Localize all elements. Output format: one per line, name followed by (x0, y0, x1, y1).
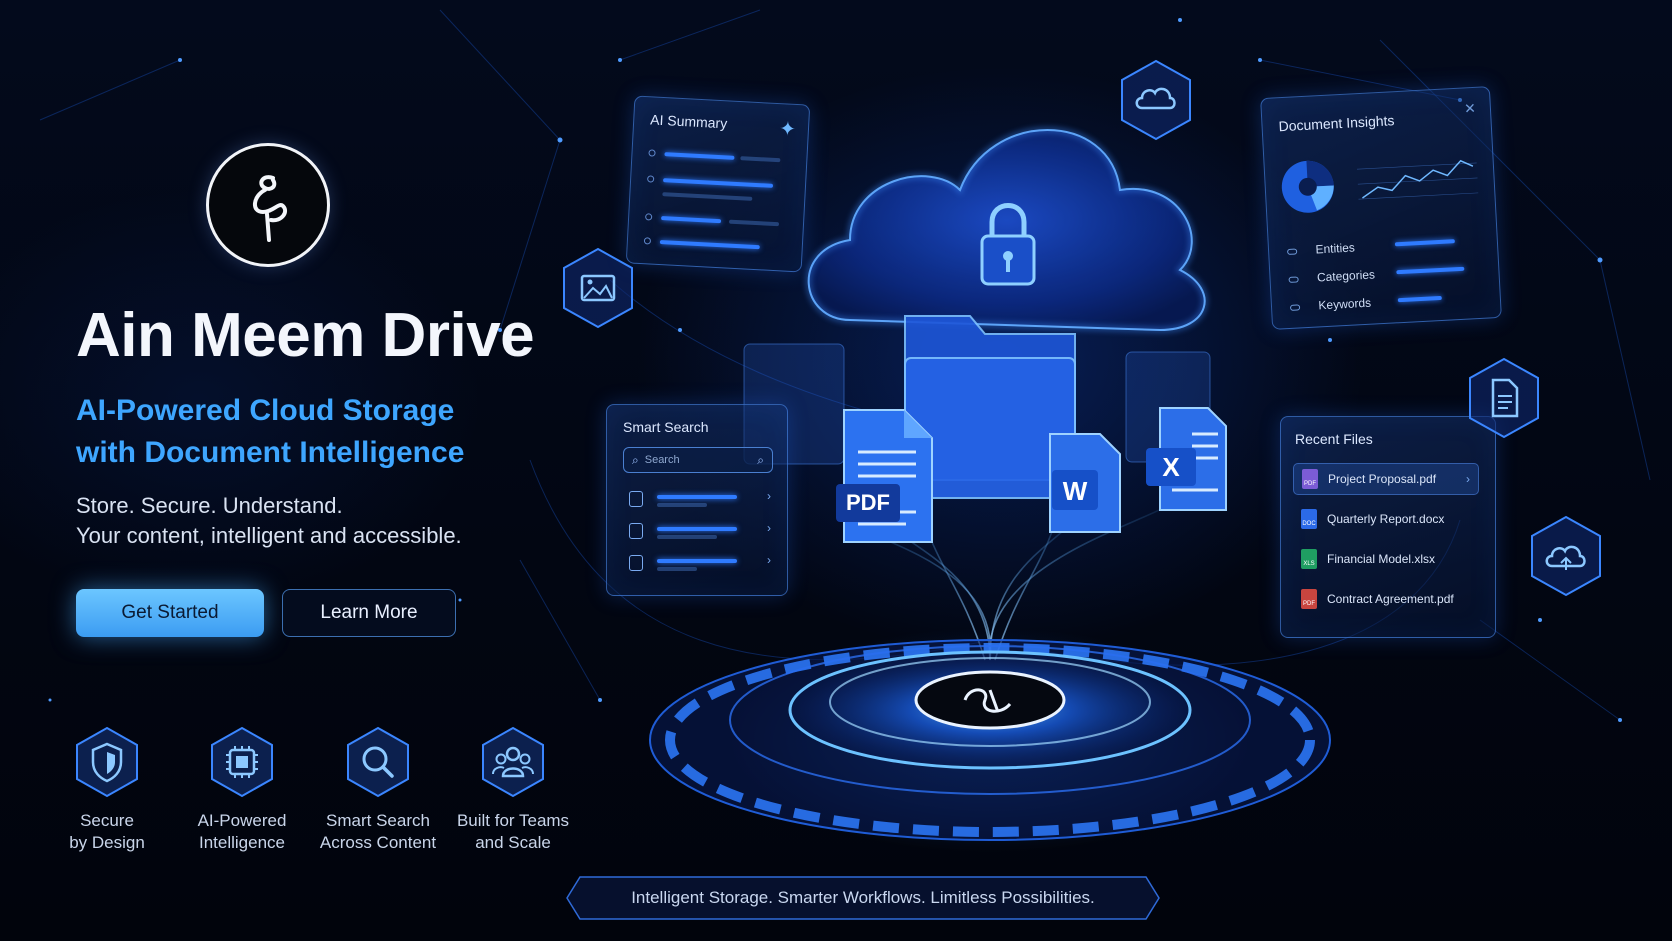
excel-document-icon: X (1146, 407, 1227, 511)
chevron-right-icon[interactable]: › (767, 553, 771, 567)
chevron-right-icon[interactable]: › (767, 489, 771, 503)
cloud-upload-icon (1121, 59, 1191, 141)
pdf-badge-text: PDF (846, 490, 890, 515)
feature-search: Smart Search Across Content (313, 726, 443, 854)
docx-file-icon: DOC (1301, 509, 1317, 529)
bullet-dot (645, 213, 653, 221)
get-started-button[interactable]: Get Started (76, 589, 264, 637)
result-bar (657, 495, 737, 499)
close-icon[interactable]: ✕ (1464, 100, 1477, 118)
search-icon (347, 726, 409, 798)
panel-title: Recent Files (1295, 431, 1373, 447)
learn-more-button[interactable]: Learn More (282, 589, 456, 637)
recent-files-panel[interactable]: Recent Files PDF Project Proposal.pdf › … (1280, 416, 1496, 638)
insights-row-entities: Entities (1287, 238, 1356, 260)
shield-icon (76, 726, 138, 798)
lock-icon (629, 491, 643, 507)
toggle-icon (1289, 304, 1301, 311)
subtitle-line-2: with Document Intelligence (76, 436, 465, 469)
insights-row-keywords: Keywords (1289, 294, 1372, 316)
insight-bar (1394, 239, 1455, 247)
team-icon (482, 726, 544, 798)
pdf-file-icon: PDF (1301, 589, 1317, 609)
insight-label: Entities (1315, 240, 1356, 257)
result-bar (657, 527, 737, 531)
document-icon (1469, 357, 1539, 439)
excel-badge-text: X (1162, 452, 1180, 482)
image-icon (563, 247, 633, 329)
summary-bar (662, 192, 753, 201)
footer-slogan: Intelligent Storage. Smarter Workflows. … (566, 876, 1160, 920)
pdf-document-icon: PDF (836, 409, 933, 543)
feature-teams: Built for Teams and Scale (448, 726, 578, 854)
sparkle-icon: ✦ (778, 118, 797, 141)
feature-label: Secure by Design (69, 811, 145, 852)
result-bar (657, 567, 697, 571)
search-placeholder: Search (644, 454, 680, 466)
search-icon: ⌕ (757, 452, 764, 467)
search-icon: ⌕ (632, 452, 639, 467)
insights-row-categories: Categories (1288, 265, 1375, 288)
file-row-quarterly-report[interactable]: DOC Quarterly Report.docx (1293, 503, 1479, 535)
ain-meem-logo-icon (253, 175, 288, 242)
file-row-project-proposal[interactable]: PDF Project Proposal.pdf › (1293, 463, 1479, 495)
chevron-right-icon: › (1466, 472, 1470, 486)
chevron-right-icon[interactable]: › (767, 521, 771, 535)
app-title: Ain Meem Drive (76, 301, 535, 370)
toggle-icon (1288, 276, 1299, 283)
feature-label: Smart Search Across Content (319, 811, 437, 852)
bullet-dot (648, 149, 656, 157)
feature-ai: AI-Powered Intelligence (177, 726, 307, 854)
lock-icon (629, 555, 643, 571)
result-bar (657, 503, 707, 507)
chip-icon (211, 726, 273, 798)
result-bar (657, 535, 717, 539)
feature-label: AI-Powered Intelligence (197, 811, 287, 852)
summary-bar (728, 219, 780, 227)
tagline: Store. Secure. Understand. Your content,… (76, 491, 462, 551)
tagline-line-1: Store. Secure. Understand. (76, 493, 343, 518)
line-chart-icon (1356, 159, 1479, 200)
ai-summary-panel[interactable]: AI Summary ✦ (625, 95, 811, 273)
search-input[interactable]: ⌕ Search ⌕ (623, 447, 773, 473)
summary-bar (661, 216, 722, 224)
file-name: Project Proposal.pdf (1328, 472, 1437, 486)
feature-label: Built for Teams and Scale (456, 811, 570, 852)
insight-bar (1396, 266, 1465, 275)
insight-label: Keywords (1318, 295, 1372, 313)
pdf-file-icon: PDF (1302, 469, 1318, 489)
result-bar (657, 559, 737, 563)
app-subtitle: AI-Powered Cloud Storage with Document I… (76, 390, 464, 474)
file-row-contract-agreement[interactable]: PDF Contract Agreement.pdf (1293, 583, 1479, 615)
document-insights-panel[interactable]: Document Insights ✕ Entities Categories … (1260, 86, 1502, 330)
feature-secure: Secure by Design (42, 726, 172, 854)
word-document-icon: W (1049, 433, 1121, 533)
word-badge-text: W (1063, 476, 1088, 506)
smart-search-panel[interactable]: Smart Search ⌕ Search ⌕ › › › (606, 404, 788, 596)
file-name: Financial Model.xlsx (1327, 552, 1436, 566)
panel-title: Smart Search (623, 419, 709, 435)
summary-bar (663, 178, 774, 188)
cloud-sync-icon (1531, 515, 1601, 597)
insight-label: Categories (1316, 267, 1376, 285)
tagline-line-2: Your content, intelligent and accessible… (76, 523, 462, 548)
bullet-dot (643, 237, 652, 245)
brand-logo (206, 143, 330, 267)
file-row-financial-model[interactable]: XLS Financial Model.xlsx (1293, 543, 1479, 575)
bullet-dot (646, 175, 655, 183)
summary-bar (664, 152, 735, 160)
slogan-text: Intelligent Storage. Smarter Workflows. … (631, 888, 1095, 907)
panel-title: AI Summary (649, 111, 728, 132)
summary-bar (740, 156, 781, 163)
xlsx-file-icon: XLS (1301, 549, 1317, 569)
summary-bar (659, 240, 760, 250)
pie-chart-icon (1281, 160, 1334, 213)
insight-bar (1397, 295, 1442, 303)
lock-icon (629, 523, 643, 539)
file-name: Quarterly Report.docx (1327, 512, 1445, 526)
file-name: Contract Agreement.pdf (1327, 592, 1454, 606)
subtitle-line-1: AI-Powered Cloud Storage (76, 394, 455, 427)
toggle-icon (1287, 248, 1298, 255)
panel-title: Document Insights (1278, 112, 1395, 135)
